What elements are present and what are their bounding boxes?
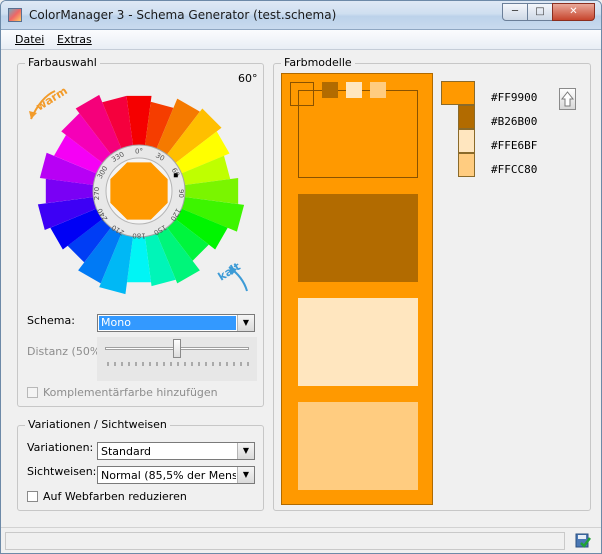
hex-value-1: #FF9900 (491, 91, 538, 104)
variations-label: Variationen: (27, 441, 94, 454)
distance-label: Distanz (50%) (27, 345, 105, 358)
dial-label: 0° (135, 148, 143, 156)
color-wheel[interactable]: 0° 306090120150180210240270300330 warm ka… (29, 71, 259, 311)
variationen-legend: Variationen / Sichtweisen (25, 418, 170, 431)
hex-value-4: #FFCC80 (491, 163, 538, 176)
complement-checkbox[interactable] (27, 387, 38, 398)
model-marker-4 (370, 82, 386, 98)
menu-datei[interactable]: Datei (15, 33, 44, 46)
dial-label: 180 (132, 232, 145, 240)
warm-arrowhead (29, 111, 37, 119)
chevron-down-icon: ▼ (237, 315, 254, 331)
model-marker-2 (322, 82, 338, 98)
slider-thumb[interactable] (173, 339, 181, 358)
variations-value: Standard (101, 445, 152, 458)
swatch-4[interactable] (458, 153, 475, 177)
warm-label: warm (34, 84, 70, 113)
dial-marker[interactable] (173, 173, 178, 178)
model-block-3 (298, 298, 418, 386)
status-bar (1, 527, 601, 553)
selected-color-octagon (110, 162, 168, 220)
swatch-3[interactable] (458, 129, 475, 153)
minimize-icon: ─ (511, 6, 519, 17)
views-label: Sichtweisen: (27, 465, 97, 478)
chevron-down-icon: ▼ (237, 443, 254, 459)
swatch-1[interactable] (441, 81, 475, 105)
farbmodelle-legend: Farbmodelle (281, 56, 355, 69)
swatch-2[interactable] (458, 105, 475, 129)
close-button[interactable]: ✕ (552, 3, 595, 21)
close-icon: ✕ (569, 6, 578, 17)
caption-buttons: ─ □ ✕ (502, 3, 595, 21)
app-icon (8, 8, 22, 22)
variations-select[interactable]: Standard ▼ (97, 442, 255, 460)
distance-slider[interactable] (97, 337, 257, 381)
model-block-2 (298, 194, 418, 282)
web-colors-checkbox[interactable] (27, 491, 38, 502)
model-block-4 (298, 402, 418, 490)
hex-value-2: #B26B00 (491, 115, 538, 128)
app-window: ColorManager 3 - Schema Generator (test.… (0, 0, 602, 554)
chevron-down-icon: ▼ (237, 467, 254, 483)
model-marker-3 (346, 82, 362, 98)
schema-value: Mono (99, 316, 236, 330)
save-check-icon[interactable] (575, 533, 591, 549)
status-text-field (5, 532, 565, 550)
schema-select[interactable]: Mono ▼ (97, 314, 255, 332)
menu-bar: Datei Extras (1, 30, 601, 50)
title-bar[interactable]: ColorManager 3 - Schema Generator (test.… (1, 1, 601, 30)
model-block-1 (298, 90, 418, 178)
minimize-button[interactable]: ─ (502, 3, 528, 21)
dial-label: 90 (177, 189, 185, 198)
arrow-up-icon (560, 91, 575, 107)
views-value: Normal (85,5% der Menschen) (101, 469, 236, 482)
move-up-button[interactable] (559, 88, 576, 110)
schema-label: Schema: (27, 314, 75, 327)
color-model-preview[interactable] (281, 73, 433, 505)
dial-label: 270 (93, 187, 101, 200)
slider-ticks (107, 362, 249, 366)
views-select[interactable]: Normal (85,5% der Menschen) ▼ (97, 466, 255, 484)
menu-extras[interactable]: Extras (57, 33, 92, 46)
kalt-label: kalt (216, 260, 243, 284)
farbauswahl-legend: Farbauswahl (25, 56, 100, 69)
web-colors-label: Auf Webfarben reduzieren (43, 490, 187, 503)
model-marker-1 (290, 82, 314, 106)
window-title: ColorManager 3 - Schema Generator (test.… (29, 8, 337, 22)
maximize-icon: □ (535, 6, 545, 17)
hex-value-3: #FFE6BF (491, 139, 538, 152)
maximize-button[interactable]: □ (527, 3, 553, 21)
complement-label: Komplementärfarbe hinzufügen (43, 386, 218, 399)
